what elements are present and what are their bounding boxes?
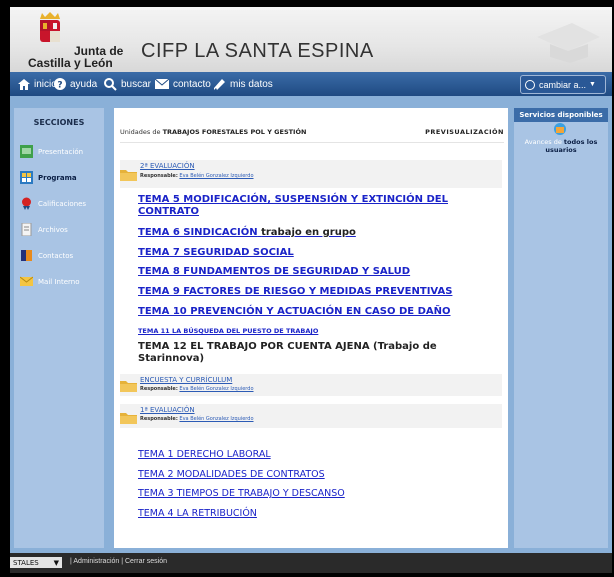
mail-icon [155, 79, 169, 89]
sidebar-title: SECCIONES [33, 118, 85, 127]
section-encuesta: ENCUESTA Y CURRÍCULUM Responsable: Eva B… [120, 374, 502, 396]
tema-5-link-cont[interactable]: CONTRATO [138, 206, 199, 218]
tema-6-note: trabajo en grupo [261, 227, 356, 238]
preview-link[interactable]: PREVISUALIZACIÓN [425, 128, 504, 136]
avances-prefix: Avances de [524, 138, 562, 146]
tema-12-text: TEMA 12 EL TRABAJO POR CUENTA AJENA (Tra… [138, 341, 437, 352]
nav-inicio[interactable]: inicio [18, 76, 57, 92]
avances-link[interactable]: Avances de todos los usuarios [516, 138, 606, 154]
progress-icon [554, 123, 566, 135]
resp-name[interactable]: Eva Belén Gonzalez Izquierdo [179, 416, 253, 422]
tema-6-link[interactable]: TEMA 6 SINDICACIÓN [138, 227, 258, 238]
tema-7-link[interactable]: TEMA 7 SEGURIDAD SOCIAL [138, 247, 294, 259]
presentation-icon [20, 145, 33, 158]
mail-internal-icon [20, 276, 33, 286]
chevron-down-icon: ▼ [589, 81, 596, 88]
chevron-down-icon: ▼ [53, 558, 59, 567]
content-area: SECCIONES Presentación Programa Califica… [10, 96, 612, 553]
footer-links[interactable]: | Administración | Cerrar sesión [70, 558, 167, 565]
main-panel: Unidades de TRABAJOS FORESTALES POL Y GE… [114, 108, 508, 548]
sidebar-item-calificaciones[interactable]: Calificaciones [20, 197, 86, 210]
resp-label: Responsable: [140, 173, 178, 179]
services-sidebar: Servicios disponibles Avances de todos l… [514, 108, 608, 548]
home-icon [18, 78, 30, 90]
nav-mis-datos[interactable]: mis datos [214, 76, 273, 92]
nav-label: ayuda [70, 78, 98, 90]
sections-sidebar: SECCIONES Presentación Programa Califica… [14, 108, 104, 548]
main-nav: inicio ? ayuda buscar contacto mis datos… [10, 72, 612, 96]
folder-icon [120, 170, 137, 181]
sidebar-item-label: Presentación [38, 147, 84, 156]
sidebar-item-archivos[interactable]: Archivos [20, 223, 68, 236]
resp-name[interactable]: Eva Belén Gonzalez Izquierdo [179, 386, 253, 392]
nav-buscar[interactable]: buscar [104, 76, 151, 92]
nav-label: buscar [121, 78, 152, 90]
section-title[interactable]: ENCUESTA Y CURRÍCULUM [140, 376, 232, 384]
footer-bar: STALES ▼ | Administración | Cerrar sesió… [10, 553, 612, 573]
course-select-value: STALES [13, 558, 39, 567]
divider [120, 142, 504, 143]
section-title[interactable]: 1ª EVALUACIÓN [140, 406, 195, 414]
resp-name[interactable]: Eva Belén Gonzalez Izquierdo [179, 173, 253, 179]
tema-2-link[interactable]: TEMA 2 MODALIDADES DE CONTRATOS [138, 469, 325, 481]
folder-icon [120, 381, 137, 392]
tema-3-link[interactable]: TEMA 3 TIEMPOS DE TRABAJO Y DESCANSO [138, 488, 345, 500]
files-icon [21, 223, 32, 236]
tema-1-link[interactable]: TEMA 1 DERECHO LABORAL [138, 449, 271, 461]
graduation-cap-icon [537, 23, 600, 63]
sidebar-item-label: Archivos [38, 225, 68, 234]
section-responsible: Responsable: Eva Belén Gonzalez Izquierd… [140, 416, 254, 422]
section-responsible: Responsable: Eva Belén Gonzalez Izquierd… [140, 386, 254, 392]
tema-5-link[interactable]: TEMA 5 MODIFICACIÓN, SUSPENSIÓN Y EXTINC… [138, 194, 448, 206]
breadcrumb-course: TRABAJOS FORESTALES POL Y GESTIÓN [162, 128, 307, 136]
pencil-icon [214, 79, 225, 90]
tema-8-link[interactable]: TEMA 8 FUNDAMENTOS DE SEGURIDAD Y SALUD [138, 266, 410, 278]
browser-frame: Junta de Castilla y León CIFP LA SANTA E… [10, 7, 612, 573]
nav-label: contacto [173, 78, 211, 90]
section-eval2: 2ª EVALUACIÓN Responsable: Eva Belén Gon… [120, 160, 502, 188]
program-icon [20, 171, 33, 184]
section-eval1: 1ª EVALUACIÓN Responsable: Eva Belén Gon… [120, 404, 502, 428]
resp-label: Responsable: [140, 386, 178, 392]
nav-label: mis datos [230, 78, 273, 90]
course-select[interactable]: STALES ▼ [10, 557, 62, 568]
sidebar-item-presentacion[interactable]: Presentación [20, 145, 83, 158]
folder-icon [120, 413, 137, 424]
services-title: Servicios disponibles [514, 108, 608, 122]
sidebar-item-programa[interactable]: Programa [20, 171, 77, 184]
section-responsible: Responsable: Eva Belén Gonzalez Izquierd… [140, 173, 254, 179]
tema-4-link[interactable]: TEMA 4 LA RETRIBUCIÓN [138, 508, 257, 520]
tema-6-row: TEMA 6 SINDICACIÓN trabajo en grupo [138, 227, 356, 239]
tema-9-link[interactable]: TEMA 9 FACTORES DE RIESGO Y MEDIDAS PREV… [138, 286, 452, 298]
profile-ring-icon [525, 79, 535, 90]
cambiar-select[interactable]: cambiar a... ▼ [520, 75, 606, 94]
resp-label: Responsable: [140, 416, 178, 422]
sidebar-item-label: Mail Interno [38, 277, 80, 286]
tema-12-text-cont: Starinnova) [138, 353, 205, 364]
sidebar-item-contactos[interactable]: Contactos [20, 249, 73, 262]
tema-10-link[interactable]: TEMA 10 PREVENCIÓN Y ACTUACIÓN EN CASO D… [138, 306, 451, 318]
contacts-icon [21, 250, 32, 261]
site-header: Junta de Castilla y León CIFP LA SANTA E… [10, 7, 612, 72]
nav-ayuda[interactable]: ? ayuda [54, 76, 97, 92]
cambiar-label: cambiar a... [539, 79, 587, 90]
sidebar-item-label: Calificaciones [38, 199, 87, 208]
help-icon: ? [54, 78, 66, 90]
tema-11-link[interactable]: TEMA 11 LA BÚSQUEDA DEL PUESTO DE TRABAJ… [138, 325, 318, 337]
sidebar-item-label: Programa [38, 173, 77, 182]
svg-text:?: ? [57, 81, 62, 91]
breadcrumb: Unidades de TRABAJOS FORESTALES POL Y GE… [120, 128, 306, 136]
sidebar-item-mail-interno[interactable]: Mail Interno [20, 275, 79, 288]
section-title[interactable]: 2ª EVALUACIÓN [140, 162, 195, 170]
search-icon [104, 77, 117, 91]
nav-contacto[interactable]: contacto [155, 76, 211, 92]
sidebar-item-label: Contactos [38, 251, 74, 260]
junta-logo[interactable]: Junta de Castilla y León [24, 11, 128, 70]
grades-icon [22, 197, 31, 210]
site-title: CIFP LA SANTA ESPINA [141, 40, 374, 62]
logo-line-2: Castilla y León [28, 56, 113, 70]
coat-of-arms-icon [40, 12, 60, 42]
breadcrumb-prefix: Unidades de [120, 128, 161, 136]
